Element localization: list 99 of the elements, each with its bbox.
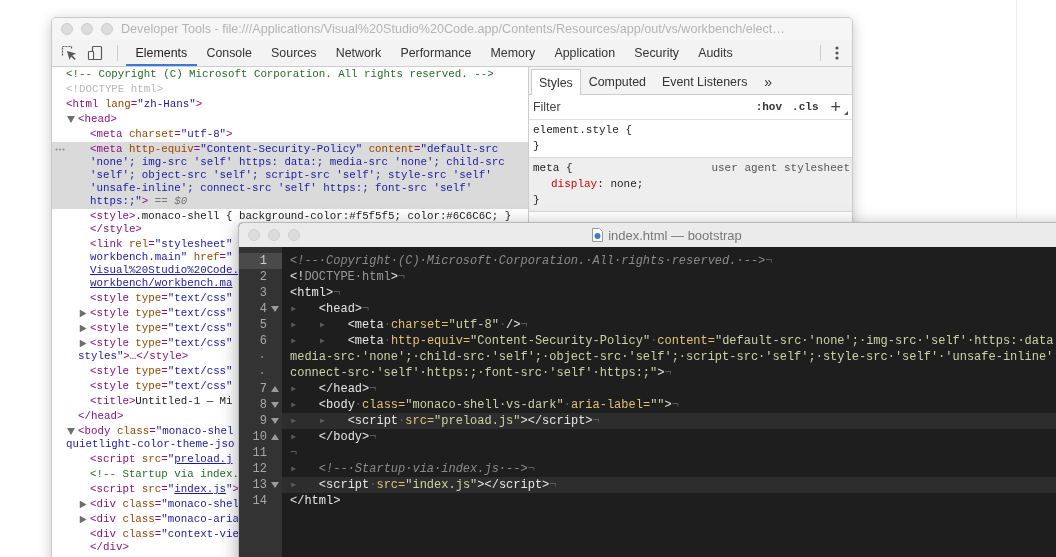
code-line: ▸ </head>¬ [289, 381, 378, 397]
dom-line[interactable]: <style type="text/css" [52, 336, 233, 350]
rule-closing: } [533, 139, 541, 154]
dom-line[interactable]: <div class="monaco-aria [52, 512, 240, 527]
expand-arrow-icon[interactable] [79, 324, 87, 333]
window-title: Developer Tools - file:///Applications/Visual%20Studio%20Code.app/Contents/Resources/app/out/vs/workbench/elect… [121, 22, 785, 36]
panel-tab[interactable]: Sources [261, 42, 327, 66]
dom-line[interactable]: <link rel="stylesheet" [52, 237, 233, 251]
dom-line[interactable]: <style>.monaco-shell { background-color:#f5f5f5; color:#6C6C6C; } [52, 209, 512, 223]
dom-line[interactable]: quietlight-color-theme-jso [52, 438, 235, 452]
dom-line[interactable]: <style type="text/css" [52, 291, 233, 306]
dom-line[interactable]: </style> [52, 223, 142, 237]
line-number: 14 [251, 493, 268, 509]
fold-arrow-icon[interactable] [271, 386, 279, 392]
line-number: 6 [258, 333, 268, 349]
dom-line[interactable]: <style type="text/css" [52, 306, 233, 321]
rule-selector: element.style { [533, 123, 633, 138]
rule-closing: } [533, 193, 541, 208]
filter-field[interactable]: Filter [529, 99, 751, 115]
more-menu-icon[interactable] [835, 46, 839, 60]
expand-arrow-icon[interactable] [67, 428, 75, 435]
line-number: 13 [251, 477, 268, 493]
line-number: 3 [258, 285, 268, 301]
dom-line[interactable]: styles">…</style> [52, 350, 189, 364]
panel-tab[interactable]: Audits [688, 42, 743, 66]
line-number: 8 [258, 397, 268, 413]
expand-arrow-icon[interactable] [79, 339, 87, 348]
style-declaration[interactable]: display: none; [533, 176, 850, 192]
panel-tab[interactable]: Network [326, 42, 391, 66]
dom-line[interactable]: <div class="context-vie [52, 527, 240, 541]
dom-line[interactable]: <html lang="zh-Hans"> [52, 97, 203, 112]
expand-arrow-icon[interactable] [79, 309, 87, 318]
dom-line[interactable]: Visual%20Studio%20Code. [52, 264, 240, 277]
sidebar-tab[interactable]: Styles [531, 69, 581, 95]
dom-line[interactable]: <script src="index.js"> [52, 482, 240, 497]
line-number: 1 [239, 253, 282, 269]
dom-line[interactable]: <!-- Copyright (C) Microsoft Corporation. All rights reserved. --> [52, 67, 494, 82]
toggle-button[interactable]: .cls [787, 101, 824, 113]
code-line: ¬ [289, 445, 299, 461]
fold-arrow-icon[interactable] [271, 482, 279, 488]
dom-line[interactable]: <head> [52, 112, 117, 127]
expand-arrow-icon[interactable] [79, 515, 87, 524]
code-line: ▸ ▸ <meta·charset="utf-8"·/>¬ [289, 317, 529, 333]
dom-line[interactable]: <body class="monaco-shel [52, 424, 234, 438]
code-line: <!--·Copyright·(C)·Microsoft·Corporation.·All·rights·reserved.·-->¬ [289, 253, 774, 269]
line-number: 10 [251, 429, 268, 445]
panel-tab[interactable]: Performance [390, 42, 481, 66]
code-line: ▸ <head>¬ [289, 301, 371, 317]
inspect-icon[interactable] [61, 45, 77, 61]
window-title: index.html — bootstrap [608, 227, 742, 243]
dom-line[interactable]: <style type="text/css" [52, 379, 233, 394]
rule-source: user agent stylesheet [711, 161, 850, 176]
fold-arrow-icon[interactable] [271, 306, 279, 312]
code-line: ▸ <body·class="monaco-shell·vs-dark"·aria-label="">¬ [289, 397, 680, 413]
dom-line[interactable]: </head> [52, 409, 124, 424]
toggle-button[interactable]: :hov [750, 101, 788, 113]
dom-line[interactable]: <!-- Startup via index. [52, 467, 240, 482]
file-icon [592, 228, 604, 242]
dom-line[interactable]: <div class="monaco-shel [52, 497, 240, 512]
line-number: 2 [258, 269, 268, 285]
rule-selector: meta { [533, 161, 573, 176]
line-number: 11 [251, 445, 268, 461]
line-number: 9 [258, 413, 268, 429]
code-line: media-src·'none';·child-src·'self';·object-src·'self';·script-src·'self';·style-src·'self'·'unsafe-inline' [289, 349, 1055, 365]
line-number: 5 [258, 317, 268, 333]
line-number: 7 [258, 381, 268, 397]
panel-tab[interactable]: Security [624, 42, 689, 66]
more-tabs-button[interactable]: » [755, 69, 782, 94]
fold-arrow-icon[interactable] [271, 418, 279, 424]
panel-tab[interactable]: Application [544, 42, 625, 66]
code-line: <!DOCTYPE·html>¬ [289, 269, 407, 285]
dom-line[interactable]: <style type="text/css" [52, 364, 233, 379]
code-line: ▸ ▸ <meta·http-equiv="Content-Security-Policy"·content="default-src·'none';·img-src·'self'·https:·data [289, 333, 1055, 349]
fold-arrow-icon[interactable] [271, 402, 279, 408]
line-number: 4 [258, 301, 268, 317]
sidebar-tab[interactable]: Event Listeners [653, 69, 756, 94]
dom-line[interactable]: <title>Untitled-1 — Mi [52, 394, 233, 409]
panel-tab[interactable]: Memory [480, 42, 545, 66]
code-line: <html>¬ [289, 285, 342, 301]
device-icon[interactable] [87, 45, 103, 61]
fold-arrow-icon[interactable] [271, 434, 279, 440]
dom-line[interactable]: workbench/workbench.ma [52, 277, 233, 291]
dom-line[interactable]: <style type="text/css" [52, 321, 233, 336]
code-line: ▸ <!--·Startup·via·index.js·-->¬ [289, 461, 536, 477]
dom-line[interactable]: <meta charset="utf-8"> [52, 127, 233, 142]
panel-tab[interactable]: Elements [126, 42, 197, 66]
panel-tab[interactable]: Console [196, 42, 262, 66]
code-line: </html> [289, 493, 342, 509]
dom-line[interactable]: <script src="preload.j [52, 452, 233, 467]
code-line: ▸ </body>¬ [289, 429, 378, 445]
sidebar-tab[interactable]: Computed [580, 69, 654, 94]
dom-line[interactable]: </div> [52, 541, 129, 555]
dom-line[interactable]: workbench.main" href=" [52, 251, 233, 264]
line-number: 12 [251, 461, 268, 477]
code-line: connect-src·'self'·https:;·font-src·'self'·https:;">¬ [289, 365, 673, 381]
corner-triangle-icon [844, 111, 848, 115]
expand-arrow-icon[interactable] [67, 116, 75, 123]
expand-arrow-icon[interactable] [79, 500, 87, 509]
new-rule-button[interactable]: + [827, 98, 844, 116]
